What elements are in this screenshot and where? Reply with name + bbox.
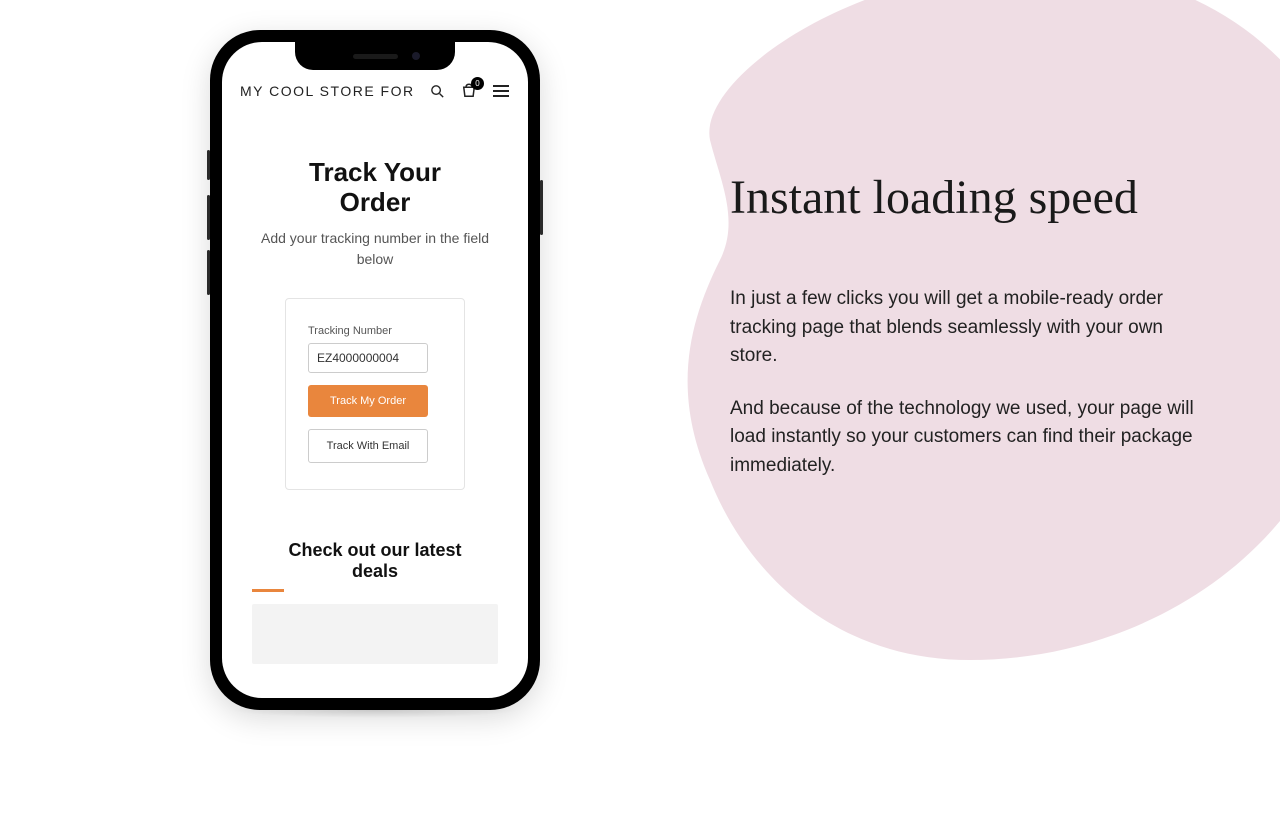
phone-mockup: MY COOL STORE FOR xyxy=(210,30,540,710)
deals-placeholder xyxy=(252,604,498,664)
track-email-button[interactable]: Track With Email xyxy=(308,429,428,463)
phone-screen: MY COOL STORE FOR xyxy=(222,42,528,698)
marketing-copy: Instant loading speed In just a few clic… xyxy=(600,0,1280,720)
store-header: MY COOL STORE FOR xyxy=(238,82,512,108)
track-subtitle: Add your tracking number in the field be… xyxy=(238,228,512,270)
search-icon[interactable] xyxy=(428,82,446,100)
deals-underline xyxy=(252,589,284,592)
marketing-headline: Instant loading speed xyxy=(730,170,1210,225)
store-name: MY COOL STORE FOR xyxy=(240,83,415,99)
menu-icon[interactable] xyxy=(492,82,510,100)
cart-badge: 0 xyxy=(471,77,484,90)
track-order-button[interactable]: Track My Order xyxy=(308,385,428,417)
phone-column: MY COOL STORE FOR xyxy=(0,0,600,720)
track-title: Track Your Order xyxy=(238,158,512,218)
tracking-number-label: Tracking Number xyxy=(308,325,442,337)
deals-title: Check out our latest deals xyxy=(238,540,512,583)
phone-notch xyxy=(295,42,455,70)
tracking-number-input[interactable] xyxy=(308,343,428,373)
marketing-paragraph-1: In just a few clicks you will get a mobi… xyxy=(730,285,1210,371)
track-card: Tracking Number Track My Order Track Wit… xyxy=(285,298,465,490)
cart-icon[interactable]: 0 xyxy=(460,82,478,100)
marketing-paragraph-2: And because of the technology we used, y… xyxy=(730,395,1210,481)
